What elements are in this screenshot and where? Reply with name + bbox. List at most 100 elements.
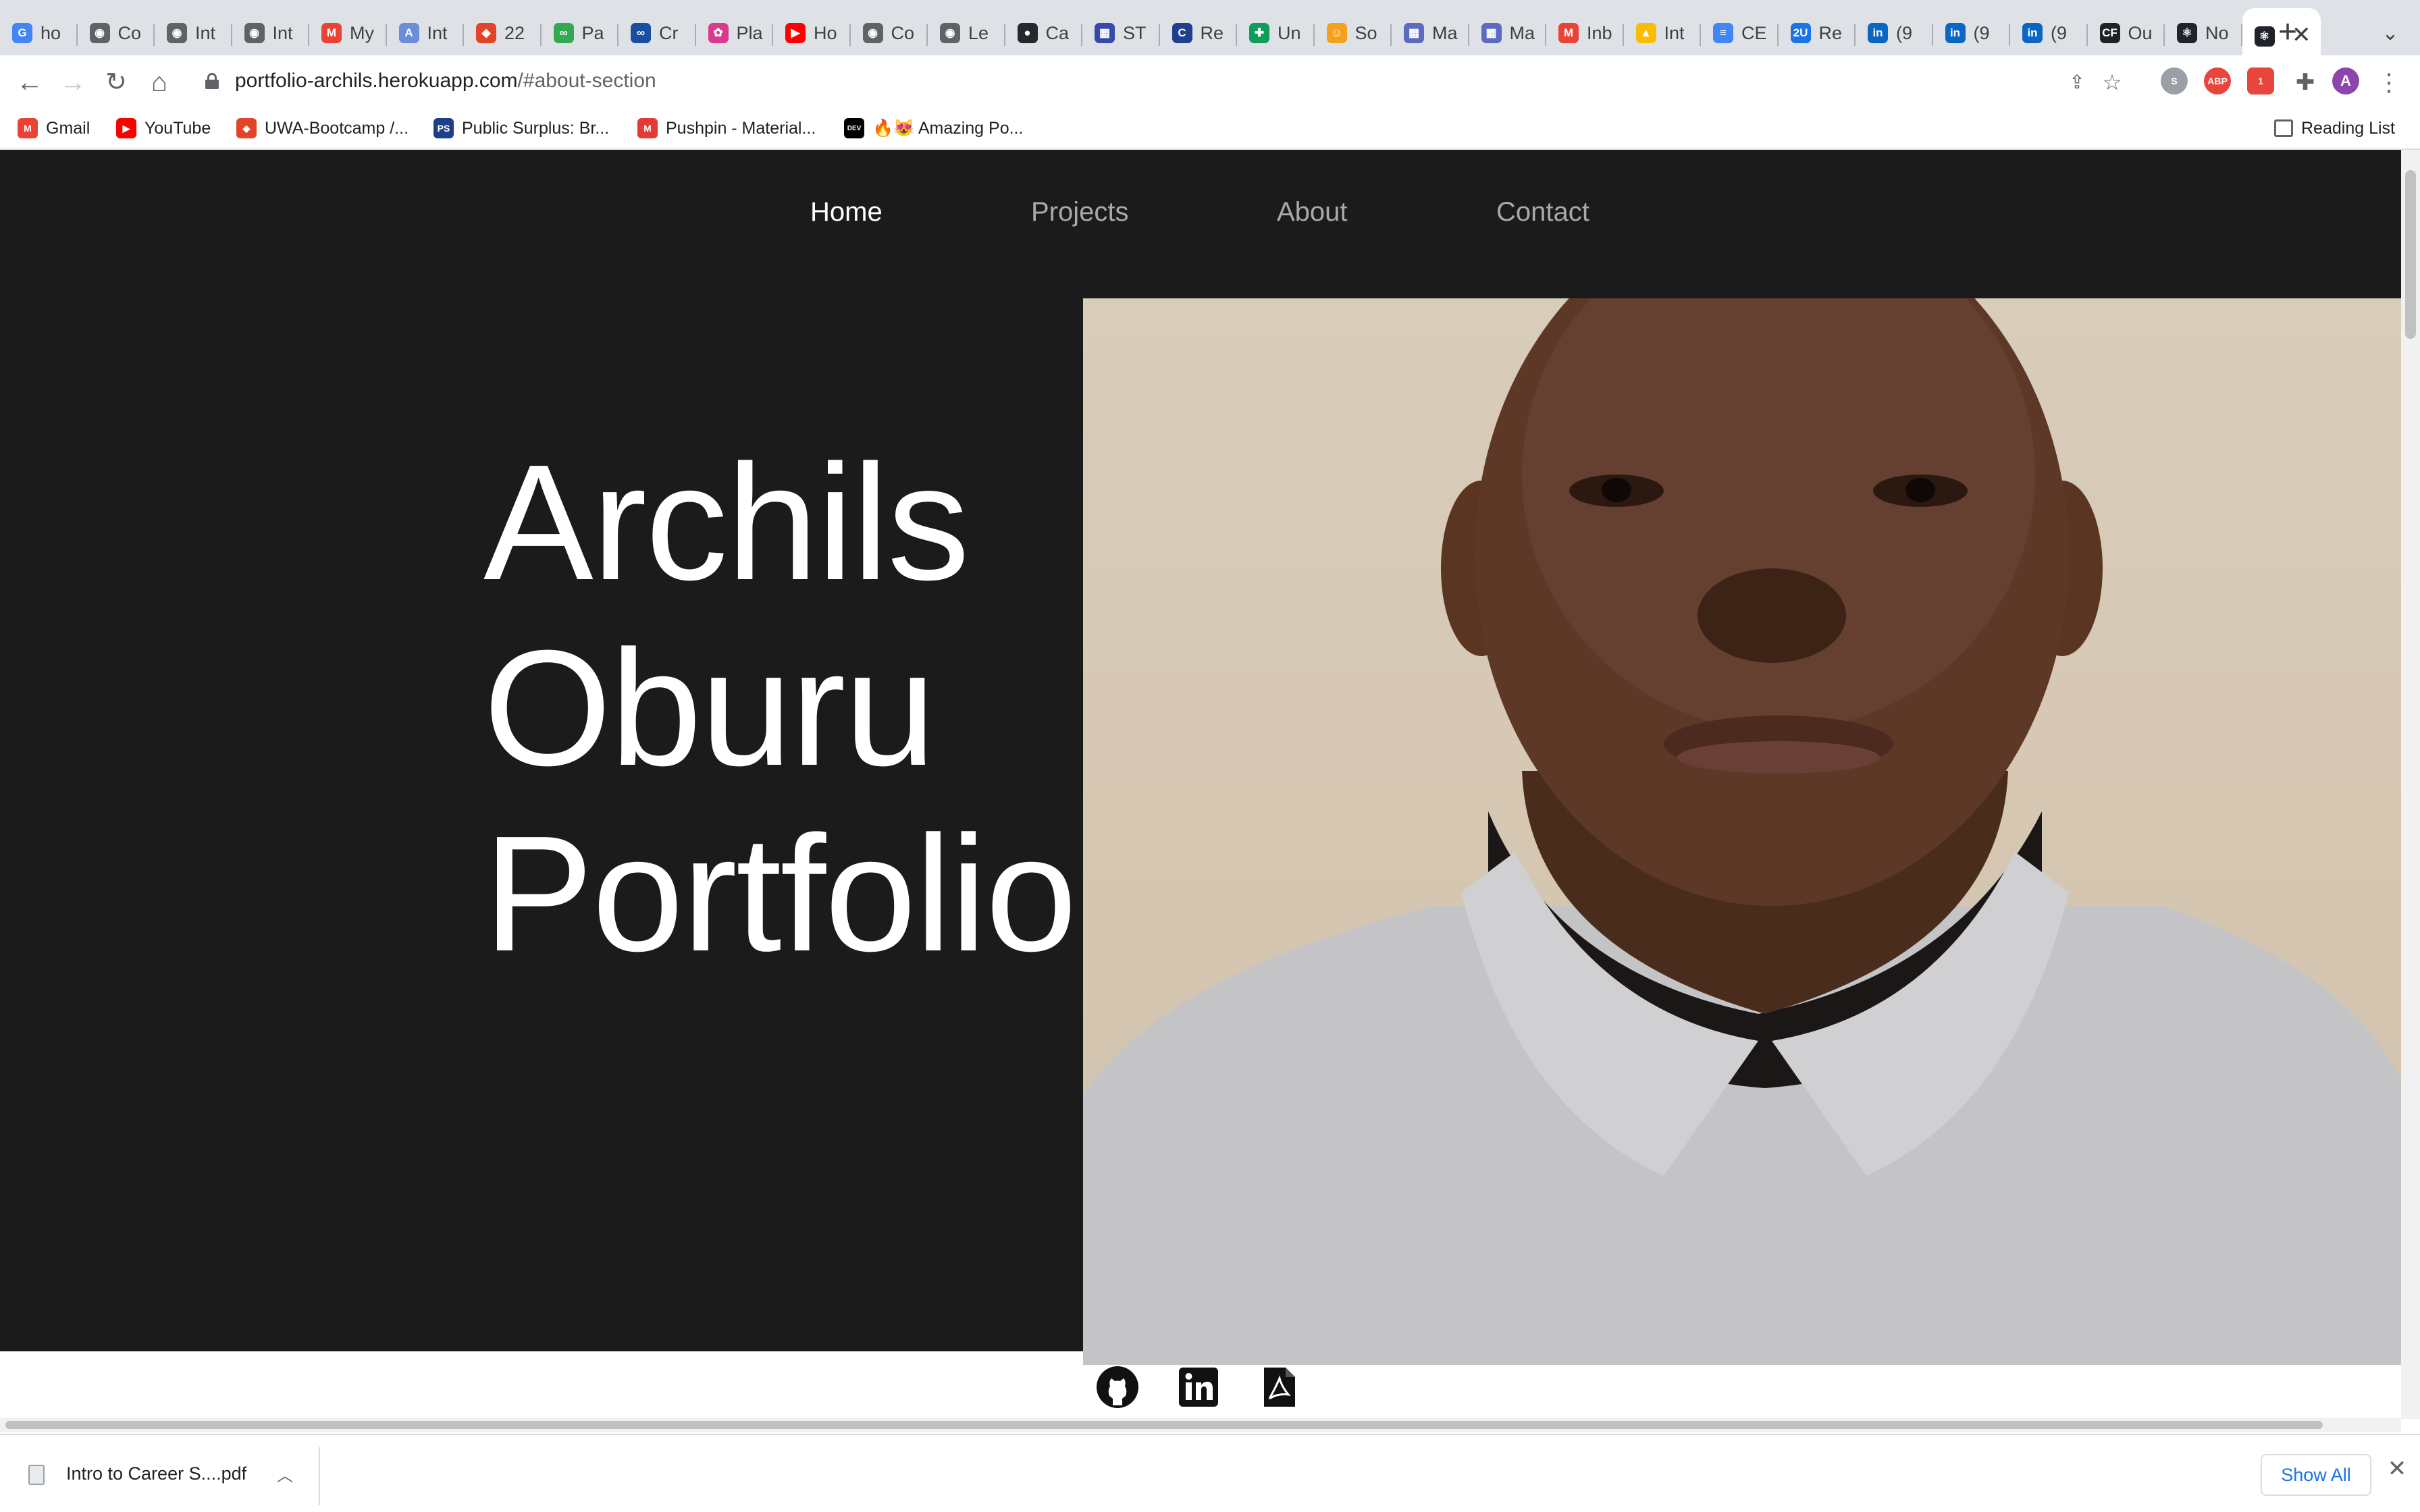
- linkedin-icon: in: [1868, 23, 1888, 43]
- bookmark-item[interactable]: ▶ YouTube: [116, 116, 211, 140]
- bookmark-item[interactable]: M Pushpin - Material...: [637, 116, 816, 140]
- extension-badge-icon[interactable]: 1: [2247, 68, 2274, 94]
- globe-icon: ◉: [940, 23, 960, 43]
- tab-title: No: [2205, 22, 2229, 43]
- back-icon[interactable]: ←: [9, 62, 50, 103]
- download-shelf: Intro to Career S....pdf ︿ Show All ✕: [0, 1434, 2420, 1512]
- youtube-icon: ▶: [116, 118, 136, 138]
- tab[interactable]: ▶ Ho: [773, 11, 851, 55]
- nav-projects[interactable]: Projects: [1031, 197, 1129, 227]
- bookmark-label: Public Surplus: Br...: [462, 118, 610, 138]
- lock-icon[interactable]: [205, 73, 219, 89]
- url-host: portfolio-archils.herokuapp.com: [235, 70, 518, 92]
- share-icon[interactable]: ⇪: [2065, 70, 2089, 94]
- horizontal-scroll-thumb[interactable]: [5, 1421, 2323, 1429]
- vertical-scroll-thumb[interactable]: [2405, 170, 2416, 339]
- tab-title: Ca: [1045, 22, 1070, 43]
- tab[interactable]: A Int: [387, 11, 464, 55]
- profile-avatar[interactable]: A: [2332, 68, 2359, 94]
- tab[interactable]: in (9: [1856, 11, 1933, 55]
- tab[interactable]: ● Ca: [1005, 11, 1082, 55]
- tab[interactable]: ✿ Pla: [696, 11, 773, 55]
- codepen-icon: ∞: [631, 23, 651, 43]
- close-icon[interactable]: ✕: [2384, 1455, 2411, 1482]
- bookmark-item[interactable]: PS Public Surplus: Br...: [433, 116, 609, 140]
- tab[interactable]: ▲ Int: [1624, 11, 1701, 55]
- adblock-extension-icon[interactable]: ABP: [2204, 68, 2231, 94]
- tab[interactable]: ≡ CE: [1701, 11, 1779, 55]
- chevron-up-icon[interactable]: ︿: [277, 1462, 293, 1486]
- bookmark-item[interactable]: DEV 🔥😻 Amazing Po...: [844, 116, 1023, 140]
- home-icon[interactable]: ⌂: [139, 62, 180, 103]
- nav-about[interactable]: About: [1277, 197, 1348, 227]
- tab[interactable]: ✚ Un: [1237, 11, 1315, 55]
- linkedin-icon[interactable]: [1176, 1365, 1221, 1409]
- tab-title: Re: [1200, 22, 1224, 43]
- tab[interactable]: ◉ Int: [155, 11, 232, 55]
- address-bar[interactable]: portfolio-archils.herokuapp.com/#about-s…: [189, 61, 2127, 103]
- horizontal-scrollbar[interactable]: [0, 1418, 2401, 1432]
- globe-icon: ◉: [862, 23, 883, 43]
- tab[interactable]: ▦ Ma: [1392, 11, 1469, 55]
- bookmark-label: Gmail: [46, 118, 90, 138]
- bookmark-label: Pushpin - Material...: [666, 118, 816, 138]
- font-icon: A: [398, 23, 419, 43]
- tab[interactable]: M My: [309, 11, 387, 55]
- reload-icon[interactable]: ↻: [96, 62, 136, 103]
- tab[interactable]: Gho: [0, 11, 78, 55]
- nav-home[interactable]: Home: [810, 197, 883, 227]
- tab-title: Ho: [814, 22, 837, 43]
- tab[interactable]: in (9: [1933, 11, 2010, 55]
- tab-title: Pa: [581, 22, 604, 43]
- tab-title: Co: [891, 22, 915, 43]
- chart-icon: ▦: [1095, 23, 1115, 43]
- youtube-icon: ▶: [785, 23, 806, 43]
- tab[interactable]: ∞ Cr: [619, 11, 696, 55]
- bookmark-item[interactable]: M Gmail: [18, 116, 90, 140]
- tab[interactable]: ◉ Co: [851, 11, 928, 55]
- tab-title: Int: [1664, 22, 1685, 43]
- url-text[interactable]: portfolio-archils.herokuapp.com/#about-s…: [235, 70, 656, 92]
- tab[interactable]: ∞ Pa: [542, 11, 619, 55]
- tab[interactable]: ◉ Co: [78, 11, 155, 55]
- tab[interactable]: ◉ Int: [232, 11, 309, 55]
- download-item[interactable]: Intro to Career S....pdf ︿: [0, 1447, 320, 1505]
- skype-extension-icon[interactable]: S: [2161, 68, 2188, 94]
- grid-icon: ▦: [1404, 23, 1424, 43]
- reading-list-button[interactable]: Reading List: [2274, 116, 2395, 140]
- forward-icon[interactable]: →: [53, 62, 93, 103]
- tab[interactable]: ▦ ST: [1082, 11, 1160, 55]
- tab[interactable]: CF Ou: [2088, 11, 2165, 55]
- tab[interactable]: ⚛ No: [2165, 11, 2242, 55]
- tab-search-button[interactable]: ⌄: [2371, 15, 2409, 53]
- tab[interactable]: ☺ So: [1315, 11, 1392, 55]
- tab-title: Inb: [1587, 22, 1612, 43]
- show-all-button[interactable]: Show All: [2261, 1454, 2371, 1496]
- tab-title: (9: [1973, 22, 1990, 43]
- browser-toolbar: ← → ↻ ⌂ portfolio-archils.herokuapp.com/…: [0, 55, 2420, 107]
- bookmark-item[interactable]: ◆ UWA-Bootcamp /...: [236, 116, 409, 140]
- tab[interactable]: C Re: [1160, 11, 1237, 55]
- download-filename: Intro to Career S....pdf: [66, 1463, 247, 1484]
- tab[interactable]: ◉ Le: [928, 11, 1005, 55]
- vertical-scrollbar[interactable]: [2401, 150, 2420, 1419]
- tab-title: Ma: [1509, 22, 1535, 43]
- nav-contact[interactable]: Contact: [1496, 197, 1589, 227]
- globe-icon: ◉: [89, 23, 110, 43]
- tab[interactable]: M Inb: [1546, 11, 1624, 55]
- bookmark-star-icon[interactable]: ☆: [2100, 70, 2124, 94]
- tab-title: Re: [1818, 22, 1843, 43]
- tab-title: (9: [2051, 22, 2068, 43]
- new-tab-button[interactable]: +: [2269, 15, 2307, 53]
- linkedin-icon: in: [2022, 23, 2043, 43]
- browser-menu-icon[interactable]: ⋮: [2369, 62, 2409, 103]
- extensions-puzzle-icon[interactable]: ✚: [2285, 62, 2325, 103]
- link-icon: ∞: [553, 23, 574, 43]
- tab[interactable]: ◆ 22: [464, 11, 542, 55]
- tab[interactable]: 2U Re: [1779, 11, 1856, 55]
- tab[interactable]: ▦ Ma: [1469, 11, 1546, 55]
- tab-title: Co: [117, 22, 142, 43]
- pdf-icon[interactable]: [1257, 1365, 1302, 1409]
- github-icon[interactable]: [1095, 1365, 1140, 1409]
- tab[interactable]: in (9: [2010, 11, 2088, 55]
